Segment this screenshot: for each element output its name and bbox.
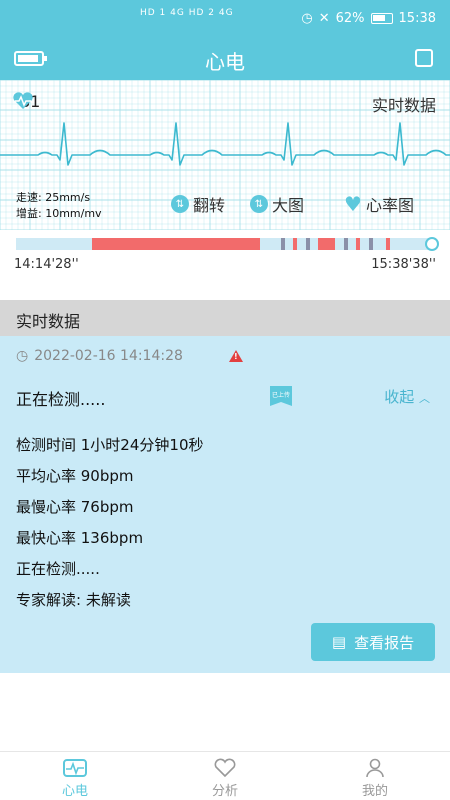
recording-timeline[interactable]: [16, 237, 439, 251]
zoom-icon: ⇅: [250, 195, 268, 213]
zoom-button[interactable]: ⇅ 大图: [250, 192, 304, 216]
warning-icon: [229, 350, 243, 362]
nav-profile-label: 我的: [361, 784, 388, 799]
heart-rate-display: 81: [12, 92, 40, 111]
uploaded-badge: 已上传: [270, 386, 292, 406]
chevron-up-icon: ︿: [419, 392, 430, 405]
timeline-segment: [293, 238, 298, 250]
timeline-segment: [343, 238, 348, 250]
detail-avg-hr: 平均心率 90bpm: [16, 467, 134, 485]
mute-icon: ✕: [318, 11, 330, 26]
timeline-segment: [16, 238, 92, 250]
record-details: 检测时间 1小时24分钟10秒 平均心率 90bpm 最慢心率 76bpm 最快…: [16, 430, 204, 616]
speed-label: 走速: 25mm/s: [16, 191, 91, 204]
detail-duration: 检测时间 1小时24分钟10秒: [16, 436, 204, 454]
report-icon: ▤: [331, 633, 347, 651]
bottom-nav: 心电 分析 我的: [0, 751, 450, 800]
nav-profile[interactable]: 我的: [300, 752, 450, 800]
record-datetime: ◷ 2022-02-16 14:14:28: [16, 348, 183, 364]
alarm-icon: ◷: [301, 11, 313, 26]
user-icon: [363, 758, 387, 778]
battery-icon: [370, 13, 393, 24]
timeline-end-time: 15:38'38'': [371, 257, 436, 272]
timeline-segment: [305, 238, 310, 250]
flip-icon: ⇅: [171, 195, 189, 213]
zoom-label: 大图: [272, 196, 305, 215]
flip-label: 翻转: [193, 196, 226, 215]
view-report-button[interactable]: ▤ 查看报告: [311, 623, 435, 661]
detail-expert: 专家解读: 未解读: [16, 591, 131, 609]
signal-indicator: HD 1 4G HD 2 4G: [140, 8, 234, 18]
nav-analysis-label: 分析: [211, 784, 238, 799]
timeline-segment: [280, 238, 285, 250]
section-header: 实时数据: [0, 300, 450, 336]
detail-min-hr: 最慢心率 76bpm: [16, 498, 134, 516]
hr-chart-button[interactable]: ♥ 心率图: [344, 192, 414, 216]
view-report-label: 查看报告: [354, 633, 415, 652]
heart-icon: ♥: [344, 192, 362, 216]
timeline-segment: [385, 238, 390, 250]
timeline-segment: [91, 238, 260, 250]
ecg-panel: 81 实时数据 走速: 25mm/s 增益: 10mm/mv ⇅ 翻转 ⇅ 大图…: [0, 80, 450, 230]
section-title: 实时数据: [16, 312, 81, 331]
ecg-trace: [0, 122, 450, 166]
timeline-segment: [318, 238, 336, 250]
ecg-settings: 走速: 25mm/s 增益: 10mm/mv: [16, 190, 102, 222]
flip-button[interactable]: ⇅ 翻转: [171, 192, 225, 216]
clock-icon: ◷: [16, 348, 29, 364]
status-time: 15:38: [398, 11, 436, 26]
realtime-data-label: 实时数据: [371, 96, 436, 115]
timeline-start-time: 14:14'28'': [14, 257, 79, 272]
detail-max-hr: 最快心率 136bpm: [16, 529, 144, 547]
nav-ecg[interactable]: 心电: [0, 752, 150, 800]
gain-label: 增益: 10mm/mv: [16, 207, 102, 220]
timeline-segment: [368, 238, 373, 250]
timeline-segment: [259, 238, 277, 250]
heart-outline-icon: [213, 758, 237, 778]
collapse-label: 收起: [384, 388, 415, 406]
status-bar: HD 1 4G HD 2 4G ◷ ✕ 62% 15:38: [0, 0, 450, 38]
nav-analysis[interactable]: 分析: [150, 752, 300, 800]
record-card: ◷ 2022-02-16 14:14:28 正在检测..... 已上传 收起 ︿…: [0, 336, 450, 673]
collapse-button[interactable]: 收起 ︿: [384, 386, 430, 407]
app-bar: 心电: [0, 38, 450, 80]
detail-status: 正在检测.....: [16, 560, 100, 578]
hr-chart-label: 心率图: [365, 196, 414, 215]
timeline-handle[interactable]: [425, 237, 439, 251]
page-title: 心电: [205, 50, 245, 74]
timeline-segment: [356, 238, 361, 250]
ecg-icon: [63, 758, 87, 778]
battery-percent: 62%: [335, 11, 365, 26]
status-title: 正在检测.....: [16, 390, 106, 409]
nav-ecg-label: 心电: [61, 784, 88, 799]
record-datetime-text: 2022-02-16 14:14:28: [34, 348, 183, 364]
calendar-icon[interactable]: [415, 49, 433, 67]
